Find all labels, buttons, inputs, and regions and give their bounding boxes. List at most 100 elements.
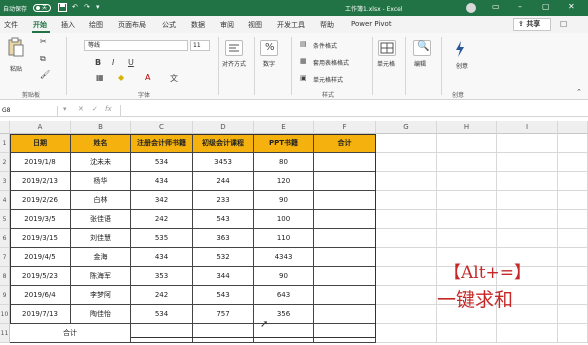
- row-header[interactable]: 7: [0, 248, 10, 267]
- table-cell[interactable]: [497, 324, 558, 343]
- table-cell[interactable]: 2019/7/13: [10, 305, 71, 324]
- table-cell[interactable]: [558, 305, 588, 324]
- column-header-d[interactable]: D: [193, 121, 254, 134]
- save-icon[interactable]: [58, 3, 67, 14]
- undo-icon[interactable]: ↶: [72, 3, 78, 11]
- table-cell[interactable]: 李梦阿: [71, 286, 131, 305]
- editing-icon[interactable]: 🔍: [413, 40, 431, 56]
- table-cell[interactable]: [314, 153, 376, 172]
- cells-icon[interactable]: [378, 40, 396, 56]
- column-header-g[interactable]: G: [376, 121, 437, 134]
- table-cell[interactable]: [314, 305, 376, 324]
- font-name-select[interactable]: 等线: [84, 40, 188, 51]
- table-cell[interactable]: 532: [193, 248, 254, 267]
- table-cell[interactable]: 434: [131, 248, 193, 267]
- conditional-format-label[interactable]: 条件格式: [313, 41, 337, 50]
- copy-icon[interactable]: ⧉: [40, 54, 46, 64]
- table-cell[interactable]: 434: [131, 172, 193, 191]
- cancel-formula-icon[interactable]: ✕: [78, 105, 84, 113]
- table-cell[interactable]: [376, 267, 437, 286]
- table-cell[interactable]: 244: [193, 172, 254, 191]
- table-cell[interactable]: 2019/6/4: [10, 286, 71, 305]
- fill-color-icon[interactable]: ◆: [118, 73, 124, 82]
- table-cell[interactable]: 543: [193, 210, 254, 229]
- table-header-cell[interactable]: 注册会计师书籍: [131, 134, 193, 153]
- table-cell[interactable]: 3453: [193, 153, 254, 172]
- name-box[interactable]: G8: [0, 106, 58, 116]
- table-header-cell[interactable]: 合计: [314, 134, 376, 153]
- table-cell[interactable]: [558, 210, 588, 229]
- table-cell[interactable]: [376, 134, 437, 153]
- font-size-select[interactable]: 11: [190, 40, 210, 51]
- tab-review[interactable]: 审阅: [220, 20, 234, 30]
- tab-data[interactable]: 数据: [191, 20, 205, 30]
- table-cell[interactable]: [314, 267, 376, 286]
- table-cell[interactable]: 4343: [254, 248, 314, 267]
- table-cell[interactable]: [558, 286, 588, 305]
- table-header-cell[interactable]: 日期: [10, 134, 71, 153]
- table-cell[interactable]: 陈海军: [71, 267, 131, 286]
- table-cell[interactable]: 杨华: [71, 172, 131, 191]
- table-cell[interactable]: [437, 191, 497, 210]
- cell-style-label[interactable]: 单元格样式: [313, 75, 343, 84]
- column-header-f[interactable]: F: [314, 121, 376, 134]
- row-header[interactable]: 1: [0, 134, 10, 153]
- table-cell[interactable]: [376, 229, 437, 248]
- paste-label[interactable]: 粘贴: [10, 64, 22, 73]
- tab-page-layout[interactable]: 页面布局: [118, 20, 146, 30]
- percent-icon[interactable]: %: [260, 40, 278, 56]
- table-cell[interactable]: 金海: [71, 248, 131, 267]
- column-header-e[interactable]: E: [254, 121, 314, 134]
- format-painter-icon[interactable]: 🖌: [40, 70, 50, 79]
- avatar[interactable]: [466, 3, 476, 13]
- table-cell[interactable]: [376, 305, 437, 324]
- column-header-b[interactable]: B: [71, 121, 131, 134]
- table-cell[interactable]: [437, 229, 497, 248]
- table-cell[interactable]: [314, 229, 376, 248]
- row-header[interactable]: 8: [0, 267, 10, 286]
- table-cell[interactable]: [558, 172, 588, 191]
- align-icon[interactable]: [225, 40, 243, 56]
- table-header-cell[interactable]: PPT书籍: [254, 134, 314, 153]
- table-cell[interactable]: [558, 248, 588, 267]
- row-header[interactable]: 10: [0, 305, 10, 324]
- table-cell[interactable]: 100: [254, 210, 314, 229]
- table-cell[interactable]: 90: [254, 191, 314, 210]
- table-cell[interactable]: 2019/3/5: [10, 210, 71, 229]
- underline-button[interactable]: U: [128, 58, 134, 67]
- row-header[interactable]: 11: [0, 324, 10, 343]
- table-cell[interactable]: 合计: [10, 324, 131, 343]
- table-cell[interactable]: [558, 153, 588, 172]
- tab-power-pivot[interactable]: Power Pivot: [351, 20, 392, 28]
- tab-home[interactable]: 开始: [33, 20, 47, 30]
- comment-icon[interactable]: ☐: [560, 20, 567, 29]
- bold-button[interactable]: B: [95, 58, 101, 67]
- table-cell[interactable]: 2019/5/23: [10, 267, 71, 286]
- table-cell[interactable]: [314, 172, 376, 191]
- cells-label[interactable]: 单元格: [377, 59, 395, 68]
- table-cell[interactable]: [314, 324, 376, 343]
- table-cell[interactable]: 535: [131, 229, 193, 248]
- table-cell[interactable]: [314, 210, 376, 229]
- table-cell[interactable]: [314, 191, 376, 210]
- customize-qa-icon[interactable]: ▾: [96, 3, 100, 11]
- font-color-icon[interactable]: A: [145, 73, 150, 82]
- table-cell[interactable]: [376, 172, 437, 191]
- table-header-cell[interactable]: 姓名: [71, 134, 131, 153]
- maximize-icon[interactable]: ▢: [542, 2, 550, 11]
- cell-style-icon[interactable]: ▣: [300, 74, 307, 82]
- table-cell[interactable]: 刘佳慧: [71, 229, 131, 248]
- table-cell[interactable]: 80: [254, 153, 314, 172]
- table-cell[interactable]: 534: [131, 153, 193, 172]
- table-cell[interactable]: [497, 210, 558, 229]
- tab-file[interactable]: 文件: [4, 20, 18, 30]
- table-cell[interactable]: [497, 229, 558, 248]
- table-cell[interactable]: 2019/1/8: [10, 153, 71, 172]
- table-cell[interactable]: [497, 172, 558, 191]
- insert-function-icon[interactable]: fx: [105, 105, 112, 113]
- cut-icon[interactable]: ✂: [40, 37, 47, 46]
- collapse-ribbon-icon[interactable]: ⌃: [576, 88, 582, 96]
- close-icon[interactable]: ✕: [568, 2, 575, 11]
- table-cell[interactable]: 233: [193, 191, 254, 210]
- row-header[interactable]: 9: [0, 286, 10, 305]
